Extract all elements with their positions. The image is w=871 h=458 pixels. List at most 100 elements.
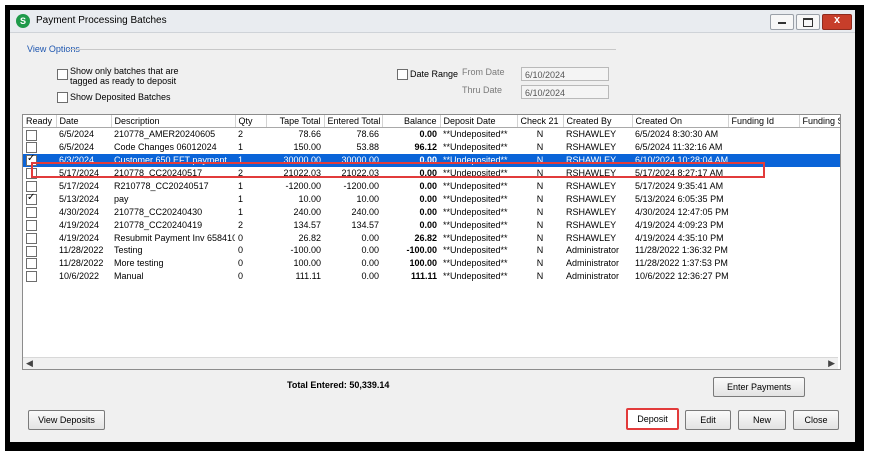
cell-fid xyxy=(728,167,799,180)
date-range-checkbox[interactable] xyxy=(397,69,408,80)
close-icon: x xyxy=(833,14,841,26)
scroll-right-icon[interactable]: ▶ xyxy=(828,358,835,369)
thru-date-field[interactable]: 6/10/2024 xyxy=(521,85,609,99)
close-button[interactable]: Close xyxy=(793,410,839,430)
cell-c21: N xyxy=(536,245,544,256)
col-header-balance[interactable]: Balance xyxy=(382,115,441,128)
horizontal-scrollbar[interactable]: ◀ ▶ xyxy=(23,357,838,369)
cell-desc: Manual xyxy=(114,271,144,282)
cell-entered: 0.00 xyxy=(361,245,379,256)
cell-balance: 0.00 xyxy=(382,153,440,167)
ready-checkbox[interactable] xyxy=(26,219,37,231)
cell-desc: Code Changes 06012024 xyxy=(114,142,217,153)
cell-on: 4/30/2024 12:47:05 PM xyxy=(635,206,728,217)
cell-c21: N xyxy=(536,232,544,243)
cell-balance: 26.82 xyxy=(414,232,437,243)
col-header-funding-s[interactable]: Funding S xyxy=(799,115,840,128)
cell-entered: 134.57 xyxy=(351,219,379,230)
maximize-button[interactable] xyxy=(796,14,820,30)
cell-fid xyxy=(728,205,799,218)
ready-checkbox[interactable] xyxy=(26,192,37,205)
enter-payments-button[interactable]: Enter Payments xyxy=(713,377,805,397)
ready-cell xyxy=(23,153,56,167)
show-ready-only-checkbox[interactable] xyxy=(57,69,68,80)
col-header-check21[interactable]: Check 21 xyxy=(517,115,564,128)
cell-on: 4/19/2024 4:35:10 PM xyxy=(635,232,724,243)
col-header-ready[interactable]: Ready xyxy=(23,115,57,128)
ready-checkbox[interactable] xyxy=(26,142,37,154)
deposit-button[interactable]: Deposit xyxy=(626,408,679,430)
payment-batches-window: S Payment Processing Batches x View Opti… xyxy=(10,10,855,442)
col-header-entered-total[interactable]: Entered Total xyxy=(324,115,383,128)
col-header-created-on[interactable]: Created On xyxy=(632,115,729,128)
cell-on: 6/5/2024 8:30:30 AM xyxy=(635,129,719,140)
col-header-funding-id[interactable]: Funding Id xyxy=(728,115,800,128)
cell-desc: Customer 650 EFT payment xyxy=(111,153,235,167)
cell-date: 4/19/2024 xyxy=(59,219,100,230)
table-row[interactable]: 5/17/2024 210778_CC20240517 2 21022.03 21022… xyxy=(23,167,840,180)
edit-button[interactable]: Edit xyxy=(685,410,731,430)
cell-by: Administrator xyxy=(566,258,620,269)
cell-deposit: **Undeposited** xyxy=(443,219,508,230)
cell-qty: 0 xyxy=(238,232,244,243)
cell-by: Administrator xyxy=(566,245,620,256)
col-header-deposit-date[interactable]: Deposit Date xyxy=(440,115,518,128)
cell-deposit: **Undeposited** xyxy=(443,245,508,256)
table-row[interactable]: 5/13/2024 pay 1 10.00 10.00 0.00 **Undeposited… xyxy=(23,192,840,205)
col-header-qty[interactable]: Qty xyxy=(235,115,267,128)
minimize-button[interactable] xyxy=(770,14,794,30)
batches-grid[interactable]: Ready Date Description Qty Tape Total En… xyxy=(22,114,841,370)
ready-checkbox[interactable] xyxy=(26,129,37,141)
col-header-description[interactable]: Description xyxy=(111,115,236,128)
cell-balance: 96.12 xyxy=(414,142,437,153)
col-header-tape-total[interactable]: Tape Total xyxy=(266,115,325,128)
cell-deposit: **Undeposited** xyxy=(443,258,508,269)
ready-cell xyxy=(23,270,56,283)
ready-checkbox[interactable] xyxy=(26,271,37,283)
cell-by: RSHAWLEY xyxy=(566,206,617,217)
table-row[interactable]: 6/5/2024 210778_AMER20240605 2 78.66 78.66 0.… xyxy=(23,128,840,141)
table-row[interactable]: 4/30/2024 210778_CC20240430 1 240.00 240.00 0… xyxy=(23,205,840,218)
cell-by: RSHAWLEY xyxy=(566,232,617,243)
from-date-field[interactable]: 6/10/2024 xyxy=(521,67,609,81)
cell-c21: N xyxy=(536,271,544,282)
col-header-created-by[interactable]: Created By xyxy=(563,115,633,128)
ready-checkbox[interactable] xyxy=(26,232,37,244)
cell-c21: N xyxy=(536,193,544,204)
cell-entered: 240.00 xyxy=(351,206,379,217)
cell-fid xyxy=(728,128,799,141)
new-button[interactable]: New xyxy=(738,410,786,430)
table-row[interactable]: 10/6/2022 Manual 0 111.11 0.00 111.11 **Undepo… xyxy=(23,270,840,283)
col-header-date[interactable]: Date xyxy=(56,115,112,128)
cell-balance: 0.00 xyxy=(419,181,437,191)
close-window-button[interactable]: x xyxy=(822,14,852,30)
table-row[interactable]: 4/19/2024 Resubmit Payment Inv 658410 0 26.… xyxy=(23,231,840,244)
cell-fs xyxy=(799,205,840,218)
cell-balance: -100.00 xyxy=(406,245,437,256)
cell-date: 6/5/2024 xyxy=(59,142,95,153)
ready-checkbox[interactable] xyxy=(26,245,37,257)
show-deposited-checkbox[interactable] xyxy=(57,92,68,103)
table-row[interactable]: 5/17/2024 R210778_CC20240517 1 -1200.00 -120… xyxy=(23,180,840,193)
ready-checkbox[interactable] xyxy=(26,258,37,270)
cell-balance: 111.11 xyxy=(410,271,437,282)
table-row[interactable]: 6/5/2024 Code Changes 06012024 1 150.00 53.8… xyxy=(23,141,840,154)
table-row[interactable]: 6/3/2024Customer 650 EFT payment130000.0… xyxy=(23,153,840,167)
ready-checkbox[interactable] xyxy=(26,168,37,180)
view-deposits-button[interactable]: View Deposits xyxy=(28,410,105,430)
cell-fid xyxy=(728,218,799,231)
table-row[interactable]: 4/19/2024 210778_CC20240419 2 134.57 134.57 0… xyxy=(23,218,840,231)
cell-by: RSHAWLEY xyxy=(563,153,632,167)
scroll-left-icon[interactable]: ◀ xyxy=(26,358,33,369)
from-date-label: From Date xyxy=(462,67,505,77)
cell-c21: N xyxy=(517,153,563,167)
ready-checkbox[interactable] xyxy=(26,154,37,167)
table-row[interactable]: 11/28/2022 More testing 0 100.00 0.00 100.00 *… xyxy=(23,257,840,270)
ready-checkbox[interactable] xyxy=(26,206,37,218)
ready-checkbox[interactable] xyxy=(26,181,37,193)
thru-date-label: Thru Date xyxy=(462,85,503,95)
cell-date: 4/19/2024 xyxy=(59,232,100,243)
table-row[interactable]: 11/28/2022 Testing 0 -100.00 0.00 -100.00 **Un… xyxy=(23,244,840,257)
cell-by: Administrator xyxy=(566,271,620,282)
cell-deposit: **Undeposited** xyxy=(443,232,508,243)
